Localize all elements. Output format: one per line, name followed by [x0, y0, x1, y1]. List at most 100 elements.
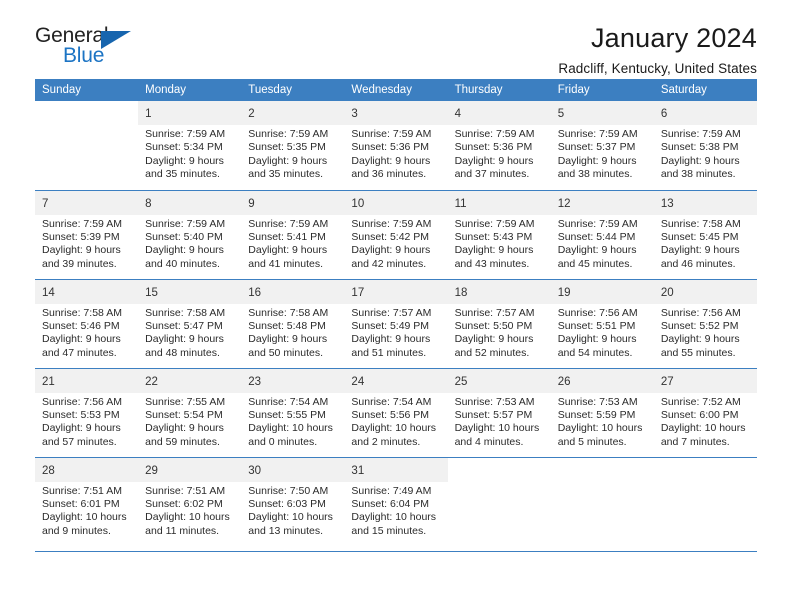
- daylight-duration-line2: and 59 minutes.: [145, 435, 220, 448]
- daylight-duration-line2: and 41 minutes.: [248, 257, 323, 270]
- triangle-icon: [101, 31, 131, 49]
- calendar-day-cell[interactable]: 25 Sunrise: 7:53 AM Sunset: 5:57 PM Dayligh…: [447, 368, 551, 458]
- column-header-thursday: Thursday: [447, 79, 551, 101]
- daylight-duration-line1: Daylight: 9 hours: [454, 154, 534, 167]
- daylight-duration-line1: Daylight: 9 hours: [351, 333, 431, 346]
- daylight-duration-line2: and 48 minutes.: [145, 346, 220, 359]
- day-number-bar: 13: [653, 190, 757, 215]
- calendar-day-cell[interactable]: 19 Sunrise: 7:56 AM Sunset: 5:51 PM Dayligh…: [550, 279, 654, 369]
- day-number: 23: [248, 375, 262, 388]
- daylight-duration-line2: and 15 minutes.: [351, 524, 427, 537]
- day-cell-inner: 26 Sunrise: 7:53 AM Sunset: 5:59 PM Dayligh…: [550, 368, 654, 457]
- day-number: 3: [351, 108, 358, 120]
- day-number-bar: 29: [138, 457, 242, 482]
- calendar-week-row: 7 Sunrise: 7:59 AM Sunset: 5:39 PM Daylight…: [35, 190, 757, 280]
- day-cell-inner: 16 Sunrise: 7:58 AM Sunset: 5:48 PM Dayligh…: [241, 279, 345, 368]
- sunset-time: Sunset: 5:36 PM: [454, 141, 533, 154]
- calendar-day-cell[interactable]: 8 Sunrise: 7:59 AM Sunset: 5:40 PM Daylight…: [138, 190, 242, 280]
- sunrise-time: Sunrise: 7:59 AM: [351, 128, 432, 140]
- day-number-bar: [654, 458, 757, 477]
- sunrise-time: Sunrise: 7:59 AM: [351, 217, 432, 230]
- calendar-day-cell[interactable]: 14 Sunrise: 7:58 AM Sunset: 5:46 PM Dayligh…: [35, 279, 139, 369]
- calendar-day-cell[interactable]: 7 Sunrise: 7:59 AM Sunset: 5:39 PM Daylight…: [35, 190, 139, 280]
- calendar-day-cell[interactable]: 21 Sunrise: 7:56 AM Sunset: 5:53 PM Dayligh…: [35, 368, 139, 458]
- day-number-bar: 6: [653, 101, 757, 125]
- page-subtitle: Radcliff, Kentucky, United States: [558, 61, 757, 77]
- calendar-day-cell[interactable]: 16 Sunrise: 7:58 AM Sunset: 5:48 PM Dayligh…: [241, 279, 345, 369]
- calendar-day-cell[interactable]: 6 Sunrise: 7:59 AM Sunset: 5:38 PM Daylight…: [653, 101, 757, 191]
- day-details: Sunrise: 7:59 AM Sunset: 5:35 PM Daylight:…: [241, 125, 344, 182]
- calendar-day-cell[interactable]: 20 Sunrise: 7:56 AM Sunset: 5:52 PM Dayligh…: [653, 279, 757, 369]
- day-number-bar: 25: [447, 368, 551, 393]
- day-cell-inner: 30 Sunrise: 7:50 AM Sunset: 6:03 PM Dayligh…: [241, 457, 345, 551]
- calendar-day-cell[interactable]: 22 Sunrise: 7:55 AM Sunset: 5:54 PM Dayligh…: [138, 368, 242, 458]
- day-details: Sunrise: 7:51 AM Sunset: 6:02 PM Daylight:…: [138, 482, 241, 539]
- daylight-duration-line1: Daylight: 10 hours: [248, 422, 333, 435]
- calendar-page: General Blue January 2024 Radcliff, Kent…: [0, 0, 792, 612]
- day-number-bar: 1: [138, 101, 242, 125]
- sunset-time: Sunset: 6:04 PM: [351, 497, 430, 510]
- column-header-tuesday: Tuesday: [241, 79, 345, 101]
- calendar-cell-empty: [550, 457, 654, 552]
- day-cell-inner: [654, 458, 757, 551]
- day-details: Sunrise: 7:57 AM Sunset: 5:50 PM Daylight:…: [448, 304, 551, 361]
- calendar-day-cell[interactable]: 4 Sunrise: 7:59 AM Sunset: 5:36 PM Daylight…: [447, 101, 551, 191]
- day-number: 22: [145, 375, 158, 388]
- calendar-day-cell[interactable]: 23 Sunrise: 7:54 AM Sunset: 5:55 PM Dayligh…: [241, 368, 345, 458]
- day-number-bar: 3: [344, 101, 448, 125]
- sunrise-time: Sunrise: 7:59 AM: [557, 217, 638, 230]
- daylight-duration-line2: and 45 minutes.: [557, 257, 633, 270]
- day-details: Sunrise: 7:56 AM Sunset: 5:52 PM Daylight:…: [654, 304, 757, 361]
- calendar-day-cell[interactable]: 31 Sunrise: 7:49 AM Sunset: 6:04 PM Dayligh…: [344, 457, 448, 552]
- calendar-day-cell[interactable]: 28 Sunrise: 7:51 AM Sunset: 6:01 PM Dayligh…: [35, 457, 139, 552]
- calendar-day-cell[interactable]: 18 Sunrise: 7:57 AM Sunset: 5:50 PM Dayligh…: [447, 279, 551, 369]
- calendar-day-cell[interactable]: 5 Sunrise: 7:59 AM Sunset: 5:37 PM Daylight…: [550, 101, 654, 191]
- day-details: Sunrise: 7:58 AM Sunset: 5:46 PM Daylight:…: [35, 304, 138, 361]
- daylight-duration-line1: Daylight: 9 hours: [42, 422, 121, 435]
- calendar-cell-empty: [35, 101, 139, 191]
- calendar-day-cell[interactable]: 30 Sunrise: 7:50 AM Sunset: 6:03 PM Dayligh…: [241, 457, 345, 552]
- calendar-day-cell[interactable]: 17 Sunrise: 7:57 AM Sunset: 5:49 PM Dayligh…: [344, 279, 448, 369]
- calendar-day-cell[interactable]: 29 Sunrise: 7:51 AM Sunset: 6:02 PM Dayligh…: [138, 457, 242, 552]
- day-number: 13: [660, 197, 674, 210]
- calendar-day-cell[interactable]: 15 Sunrise: 7:58 AM Sunset: 5:47 PM Dayligh…: [138, 279, 242, 369]
- day-number-bar: 5: [550, 101, 654, 125]
- day-number-bar: 22: [138, 368, 242, 393]
- calendar-day-cell[interactable]: 10 Sunrise: 7:59 AM Sunset: 5:42 PM Dayligh…: [344, 190, 448, 280]
- calendar-day-cell[interactable]: 24 Sunrise: 7:54 AM Sunset: 5:56 PM Dayligh…: [344, 368, 448, 458]
- sunrise-time: Sunrise: 7:59 AM: [248, 128, 329, 140]
- day-number-bar: [448, 458, 551, 477]
- calendar-day-cell[interactable]: 12 Sunrise: 7:59 AM Sunset: 5:44 PM Dayligh…: [550, 190, 654, 280]
- day-number-bar: 12: [550, 190, 654, 215]
- day-cell-inner: [35, 101, 138, 190]
- daylight-duration-line2: and 2 minutes.: [351, 435, 421, 448]
- sunrise-time: Sunrise: 7:56 AM: [660, 306, 741, 319]
- calendar-day-cell[interactable]: 13 Sunrise: 7:58 AM Sunset: 5:45 PM Dayligh…: [653, 190, 757, 280]
- day-details: Sunrise: 7:59 AM Sunset: 5:44 PM Daylight:…: [551, 215, 654, 272]
- calendar-day-cell[interactable]: 26 Sunrise: 7:53 AM Sunset: 5:59 PM Dayligh…: [550, 368, 654, 458]
- calendar-day-cell[interactable]: 2 Sunrise: 7:59 AM Sunset: 5:35 PM Daylight…: [241, 101, 345, 191]
- daylight-duration-line2: and 9 minutes.: [42, 524, 111, 537]
- sunset-time: Sunset: 5:44 PM: [557, 230, 636, 243]
- day-number-bar: [551, 458, 654, 477]
- calendar-day-cell[interactable]: 9 Sunrise: 7:59 AM Sunset: 5:41 PM Daylight…: [241, 190, 345, 280]
- calendar-day-cell[interactable]: 1 Sunrise: 7:59 AM Sunset: 5:34 PM Daylight…: [138, 101, 242, 191]
- calendar-day-cell[interactable]: 3 Sunrise: 7:59 AM Sunset: 5:36 PM Daylight…: [344, 101, 448, 191]
- column-header-monday: Monday: [138, 79, 242, 101]
- sunrise-time: Sunrise: 7:49 AM: [351, 484, 432, 497]
- daylight-duration-line2: and 7 minutes.: [660, 435, 730, 448]
- day-number: 24: [351, 375, 365, 388]
- daylight-duration-line2: and 47 minutes.: [42, 346, 117, 359]
- daylight-duration-line1: Daylight: 9 hours: [145, 333, 224, 346]
- sunrise-time: Sunrise: 7:58 AM: [660, 217, 741, 230]
- day-number: 31: [351, 464, 365, 477]
- daylight-duration-line1: Daylight: 9 hours: [42, 244, 121, 257]
- calendar-day-cell[interactable]: 27 Sunrise: 7:52 AM Sunset: 6:00 PM Dayligh…: [653, 368, 757, 458]
- daylight-duration-line2: and 50 minutes.: [248, 346, 323, 359]
- day-cell-inner: 5 Sunrise: 7:59 AM Sunset: 5:37 PM Daylight…: [550, 101, 654, 190]
- daylight-duration-line2: and 35 minutes.: [248, 168, 323, 181]
- general-blue-logo: General Blue: [35, 24, 185, 70]
- calendar-day-cell[interactable]: 11 Sunrise: 7:59 AM Sunset: 5:43 PM Dayligh…: [447, 190, 551, 280]
- column-header-saturday: Saturday: [653, 79, 757, 101]
- daylight-duration-line1: Daylight: 10 hours: [351, 422, 437, 435]
